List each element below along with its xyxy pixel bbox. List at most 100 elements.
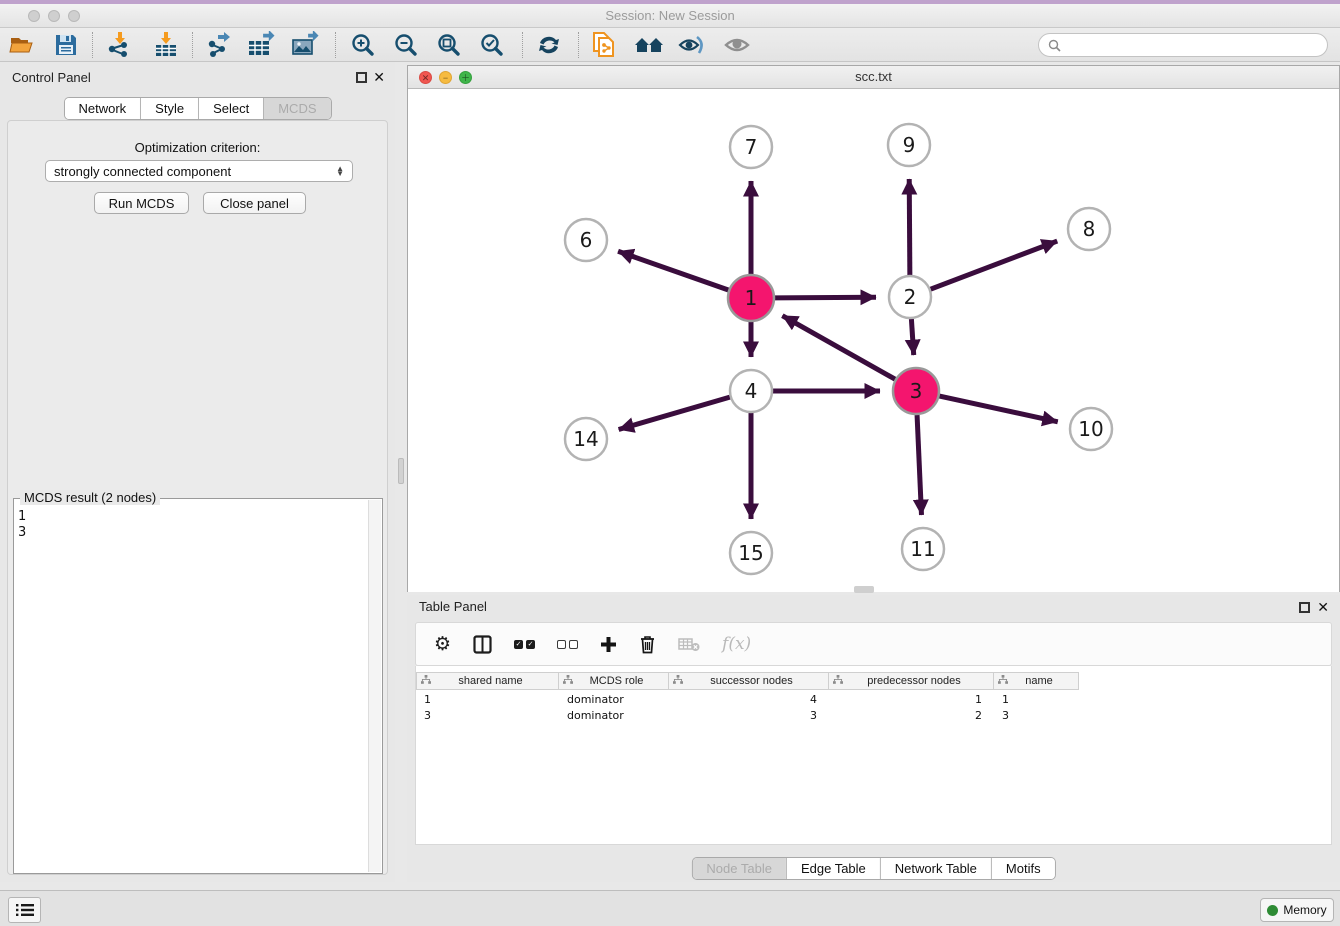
- result-scrollbar[interactable]: [368, 500, 381, 872]
- edge-2-3[interactable]: [911, 319, 913, 355]
- clone-network-icon[interactable]: [586, 31, 620, 59]
- tab-mcds[interactable]: MCDS: [263, 98, 330, 119]
- column-header-name[interactable]: name: [994, 672, 1079, 690]
- network-close-button[interactable]: ✕: [419, 71, 432, 84]
- cell-name[interactable]: 3: [994, 708, 1079, 724]
- cell-MCDS-role[interactable]: dominator: [559, 708, 669, 724]
- edge-3-1[interactable]: [782, 316, 895, 380]
- hide-selected-eye-icon[interactable]: [675, 31, 709, 59]
- table-tab-edge-table[interactable]: Edge Table: [786, 858, 880, 879]
- memory-label: Memory: [1283, 903, 1326, 917]
- close-panel-icon[interactable]: ✕: [373, 72, 385, 83]
- table-tab-motifs[interactable]: Motifs: [991, 858, 1055, 879]
- column-header-shared-name[interactable]: shared name: [416, 672, 559, 690]
- network-maximize-button[interactable]: ＋: [459, 71, 472, 84]
- criterion-value: strongly connected component: [54, 164, 231, 179]
- main-toolbar: [0, 28, 1340, 62]
- open-session-icon[interactable]: [6, 31, 40, 59]
- toolbar-separator: [92, 32, 93, 58]
- close-window-button[interactable]: [28, 10, 40, 22]
- edge-2-8[interactable]: [931, 241, 1058, 289]
- table-tab-network-table[interactable]: Network Table: [880, 858, 991, 879]
- show-all-eye-icon[interactable]: [720, 31, 754, 59]
- add-column-icon[interactable]: [600, 636, 617, 653]
- export-network-icon[interactable]: [202, 31, 236, 59]
- cell-MCDS-role[interactable]: dominator: [559, 692, 669, 708]
- memory-status-icon: [1267, 905, 1278, 916]
- window-traffic-lights[interactable]: [28, 10, 80, 22]
- zoom-in-icon[interactable]: [346, 31, 380, 59]
- edge-4-14[interactable]: [619, 397, 730, 429]
- node-label-15: 15: [738, 541, 763, 565]
- node-label-4: 4: [745, 379, 758, 403]
- close-table-panel-icon[interactable]: ✕: [1317, 602, 1329, 613]
- network-minimize-button[interactable]: −: [439, 71, 452, 84]
- network-view-window: ✕ − ＋ scc.txt 7968124314101511: [407, 65, 1340, 592]
- cell-name[interactable]: 1: [994, 692, 1079, 708]
- search-input[interactable]: [1066, 38, 1327, 52]
- zoom-fit-icon[interactable]: [432, 31, 466, 59]
- toolbar-separator: [192, 32, 193, 58]
- search-field[interactable]: [1038, 33, 1328, 57]
- edge-3-10[interactable]: [939, 396, 1057, 422]
- network-resize-grip[interactable]: [854, 586, 874, 593]
- control-panel-header: Control Panel ✕: [0, 70, 395, 88]
- criterion-select[interactable]: strongly connected component ▲▼: [45, 160, 353, 182]
- tab-network[interactable]: Network: [64, 98, 140, 119]
- cell-predecessor-nodes[interactable]: 2: [829, 708, 994, 724]
- app-titlebar: Session: New Session: [0, 4, 1340, 28]
- zoom-window-button[interactable]: [68, 10, 80, 22]
- tab-style[interactable]: Style: [140, 98, 198, 119]
- task-history-button[interactable]: [8, 897, 41, 923]
- cell-predecessor-nodes[interactable]: 1: [829, 692, 994, 708]
- zoom-selected-icon[interactable]: [475, 31, 509, 59]
- column-header-successor-nodes[interactable]: successor nodes: [669, 672, 829, 690]
- float-panel-icon[interactable]: [356, 72, 367, 83]
- network-graph[interactable]: 7968124314101511: [408, 89, 1339, 592]
- run-mcds-button[interactable]: Run MCDS: [94, 192, 189, 214]
- function-builder-icon: f(x): [722, 634, 751, 654]
- edge-2-9[interactable]: [909, 179, 910, 275]
- edge-3-11[interactable]: [917, 415, 921, 515]
- table-tab-node-table[interactable]: Node Table: [692, 858, 786, 879]
- column-header-MCDS-role[interactable]: MCDS role: [559, 672, 669, 690]
- toolbar-separator: [335, 32, 336, 58]
- cell-shared-name[interactable]: 3: [416, 708, 559, 724]
- node-label-7: 7: [745, 135, 758, 159]
- node-label-8: 8: [1083, 217, 1096, 241]
- table-row[interactable]: 3dominator323: [416, 708, 1079, 724]
- float-table-panel-icon[interactable]: [1299, 602, 1310, 613]
- cell-shared-name[interactable]: 1: [416, 692, 559, 708]
- memory-button[interactable]: Memory: [1260, 898, 1334, 922]
- export-image-icon[interactable]: [289, 31, 323, 59]
- refresh-icon[interactable]: [532, 31, 566, 59]
- export-table-icon[interactable]: [245, 31, 279, 59]
- column-header-predecessor-nodes[interactable]: predecessor nodes: [829, 672, 994, 690]
- mcds-result-box: 1 3: [13, 498, 383, 874]
- node-label-9: 9: [903, 133, 916, 157]
- home-networks-icon[interactable]: [632, 31, 666, 59]
- edge-1-6[interactable]: [618, 251, 728, 290]
- network-canvas[interactable]: 7968124314101511: [408, 89, 1339, 592]
- delete-column-trash-icon[interactable]: [639, 635, 656, 654]
- cell-successor-nodes[interactable]: 3: [669, 708, 829, 724]
- import-network-icon[interactable]: [102, 31, 136, 59]
- column-browser-icon[interactable]: [473, 635, 492, 654]
- table-row[interactable]: 1dominator411: [416, 692, 1079, 708]
- tab-select[interactable]: Select: [198, 98, 263, 119]
- cell-successor-nodes[interactable]: 4: [669, 692, 829, 708]
- network-window-titlebar[interactable]: ✕ − ＋ scc.txt: [408, 66, 1339, 89]
- minimize-window-button[interactable]: [48, 10, 60, 22]
- table-settings-gear-icon[interactable]: ⚙: [434, 633, 451, 656]
- app-window-title: Session: New Session: [0, 4, 1340, 27]
- save-session-icon[interactable]: [49, 31, 83, 59]
- panel-splitter-grip[interactable]: [398, 458, 404, 484]
- edge-1-2[interactable]: [775, 297, 876, 298]
- mcds-result-title: MCDS result (2 nodes): [20, 490, 160, 505]
- select-all-columns-icon[interactable]: ✓✓: [514, 640, 535, 649]
- close-panel-button[interactable]: Close panel: [203, 192, 306, 214]
- import-table-icon[interactable]: [149, 31, 183, 59]
- sort-hierarchy-icon: [563, 675, 573, 687]
- deselect-all-columns-icon[interactable]: [557, 640, 578, 649]
- zoom-out-icon[interactable]: [389, 31, 423, 59]
